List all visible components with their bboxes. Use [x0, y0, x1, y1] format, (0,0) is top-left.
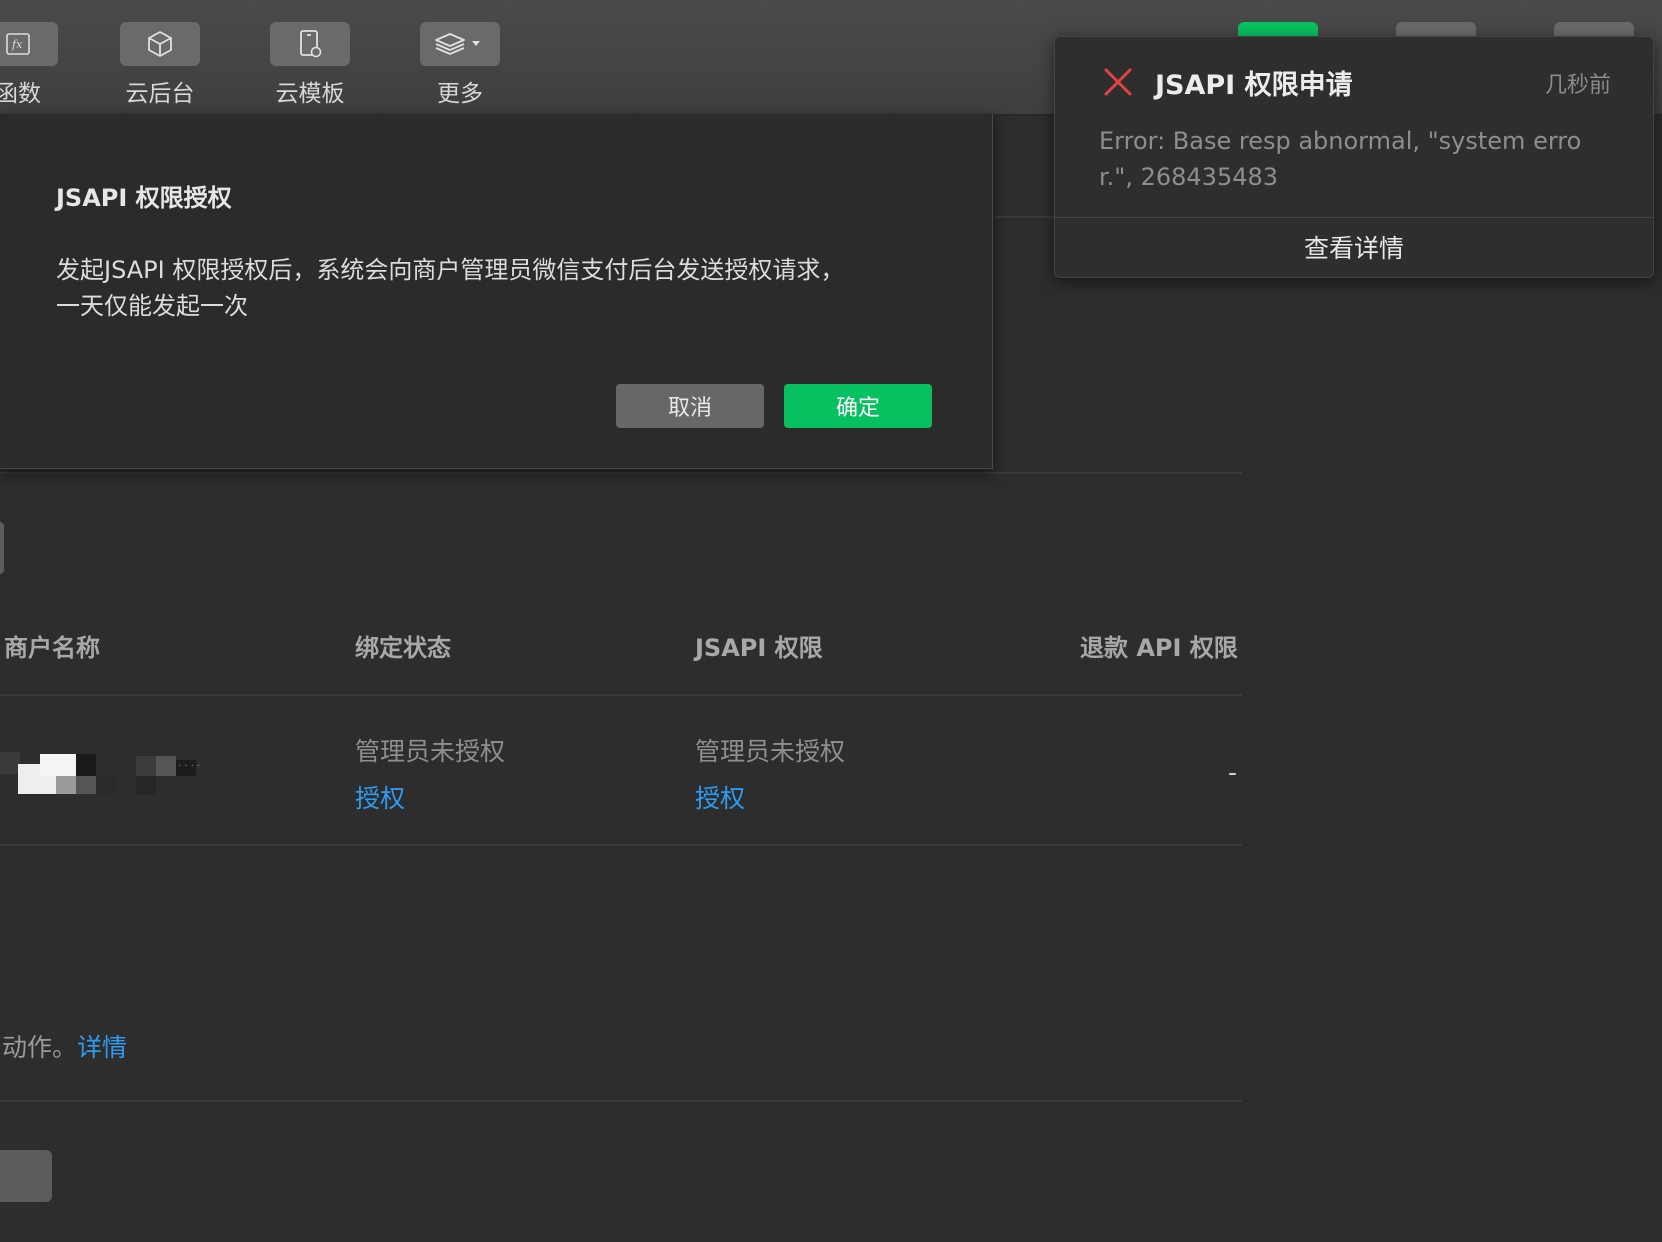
divider — [0, 1100, 1242, 1102]
function-icon: fx — [0, 22, 58, 66]
dialog-body-line: 一天仅能发起一次 — [56, 292, 248, 320]
toolbar-item-functions[interactable]: fx 函数 — [0, 22, 58, 108]
toolbar-label: 云模板 — [275, 81, 345, 107]
divider — [0, 472, 1242, 474]
column-header-jsapi: JSAPI 权限 — [695, 634, 823, 662]
view-details-button[interactable]: 查看详情 — [1055, 229, 1653, 265]
layers-icon — [420, 22, 500, 66]
table-header-divider — [0, 694, 1242, 696]
jsapi-status-text: 管理员未授权 — [695, 737, 846, 766]
divider — [1055, 217, 1653, 218]
toolbar-label: 云后台 — [125, 81, 195, 107]
bind-authorize-link[interactable]: 授权 — [355, 779, 405, 815]
column-header-refund-api: 退款 API 权限 — [1080, 634, 1238, 662]
footer-text: 动作。 — [2, 1033, 78, 1062]
cube-icon — [120, 22, 200, 66]
toolbar-label: 更多 — [437, 81, 483, 107]
confirm-button[interactable]: 确定 — [784, 384, 932, 428]
notification-time: 几秒前 — [1544, 73, 1611, 98]
error-notification: JSAPI 权限申请 几秒前 Error: Base resp abnormal… — [1054, 36, 1654, 278]
jsapi-authorize-link[interactable]: 授权 — [695, 779, 745, 815]
partial-button[interactable] — [0, 1150, 52, 1202]
column-header-bind-status: 绑定状态 — [355, 634, 451, 662]
cancel-button[interactable]: 取消 — [616, 384, 764, 428]
refund-api-value: - — [1228, 758, 1238, 787]
merchant-name-redacted: . . . . — [0, 752, 200, 794]
bind-status-text: 管理员未授权 — [355, 737, 506, 766]
details-link[interactable]: 详情 — [77, 1033, 127, 1062]
svg-text:. . . .: . . . . — [178, 758, 200, 769]
jsapi-authorize-dialog: JSAPI 权限授权 发起JSAPI 权限授权后，系统会向商户管理员微信支付后台… — [0, 114, 993, 469]
toolbar-label: 函数 — [0, 81, 41, 107]
footer-note: 动作。详情 — [2, 1028, 127, 1064]
dialog-body-line: 发起JSAPI 权限授权后，系统会向商户管理员微信支付后台发送授权请求， — [56, 256, 845, 284]
dialog-body: 发起JSAPI 权限授权后，系统会向商户管理员微信支付后台发送授权请求， 一天仅… — [56, 252, 936, 324]
toolbar-item-more[interactable]: 更多 — [420, 22, 500, 108]
partial-button[interactable] — [0, 522, 4, 574]
notification-message: Error: Base resp abnormal, "system error… — [1099, 127, 1582, 191]
column-header-merchant-name: 商户名称 — [4, 634, 100, 662]
close-icon[interactable] — [1103, 67, 1133, 101]
toolbar-item-cloud-backend[interactable]: 云后台 — [120, 22, 200, 108]
dialog-title: JSAPI 权限授权 — [56, 184, 232, 212]
toolbar-item-cloud-template[interactable]: 云模板 — [270, 22, 350, 108]
notification-title: JSAPI 权限申请 — [1155, 70, 1353, 101]
divider — [0, 844, 1242, 846]
template-icon — [270, 22, 350, 66]
svg-text:fx: fx — [11, 38, 23, 51]
